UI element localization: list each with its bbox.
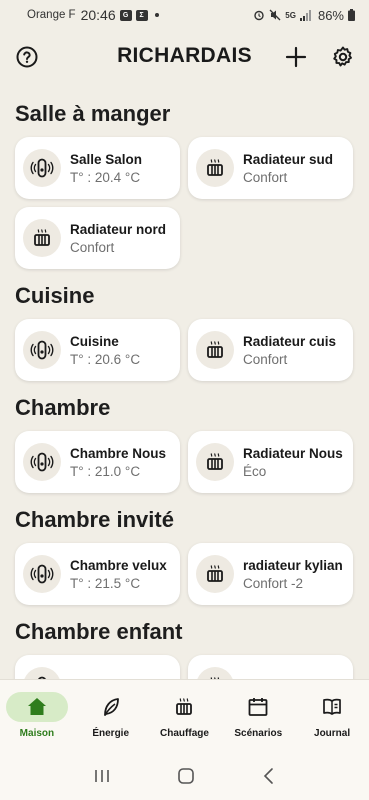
nav-item-label: Journal [314,728,351,739]
device-grid: Chambre Nous T° : 21.0 °C Radiateur Nous Éc… [15,431,354,493]
calendar-icon [227,692,289,722]
radiator-icon [196,149,234,187]
device-name: Chambre Nous [70,445,167,461]
battery-icon [348,9,355,21]
device-text: Salle Salon T° : 20.4 °C [70,152,142,185]
device-card-chambre-nous[interactable]: Chambre Nous T° : 21.0 °C [15,431,180,493]
status-bar: Orange F 20:46 G Σ 5G 86% [0,0,369,30]
room-title-salle-a-manger: Salle à manger [15,101,171,126]
device-status: Éco [243,463,267,479]
device-card-radiateur-nord[interactable]: Radiateur nord Confort [15,207,180,269]
battery-level: 86% [317,7,344,23]
radiator-icon [196,331,234,369]
device-status: T° : 21.5 °C [70,575,141,591]
device-card-salle-salon[interactable]: Salle Salon T° : 20.4 °C [15,137,180,199]
bottom-navigation: Maison Énergie Chauffage Scénarios Journal [0,679,369,751]
device-grid: Chambre velux T° : 21.5 °C radiateur kylia… [15,543,354,605]
device-card-radiateur-nous[interactable]: Radiateur Nous Éco [188,431,353,493]
thermostat-sensor-icon [23,555,61,593]
app-header: RICHARDAIS [0,38,369,78]
nav-item-label: Énergie [92,728,130,739]
device-card-radiateur-kylian[interactable]: radiateur kylian Confort -2 [188,543,353,605]
thermostat-sensor-icon [23,149,61,187]
nav-item-chauffage[interactable]: Chauffage [148,680,222,751]
more-notifications-icon [154,13,159,17]
device-grid: Cuisine T° : 20.6 °C Radiateur cuis Confort [15,319,354,381]
thermostat-sensor-icon [23,443,61,481]
device-status: Confort -2 [243,575,304,591]
book-icon [301,692,363,722]
leaf-icon [80,692,142,722]
sigma-app-icon: Σ [135,9,148,21]
nav-item-label: Chauffage [160,728,209,739]
thermostat-sensor-icon [23,331,61,369]
radiator-icon [196,555,234,593]
device-name: Cuisine [70,333,119,349]
device-name: Radiateur sud [243,151,334,167]
room-title-chambre-enfant: Chambre enfant [15,619,183,644]
device-card-cuisine[interactable]: Cuisine T° : 20.6 °C [15,319,180,381]
home-button-icon[interactable] [177,767,195,785]
mute-icon [269,9,281,21]
device-name: radiateur kylian [243,557,343,573]
home-icon [5,692,68,722]
device-text: Radiateur Nous Éco [243,446,343,479]
device-status: Confort [243,351,288,367]
back-icon[interactable] [262,767,276,785]
device-name: Chambre velux [70,557,167,573]
device-status: T° : 20.6 °C [70,351,141,367]
device-name: Radiateur nord [70,221,167,237]
device-grid: Salle Salon T° : 20.4 °C Radiateur sud Conf… [15,137,354,269]
device-card-radiateur-sud[interactable]: Radiateur sud Confort [188,137,353,199]
nav-item-energie[interactable]: Énergie [74,680,148,751]
device-status: T° : 21.0 °C [70,463,141,479]
device-card-chambre-velux[interactable]: Chambre velux T° : 21.5 °C [15,543,180,605]
device-card-radiateur-cuis[interactable]: Radiateur cuis Confort [188,319,353,381]
radiator-icon [153,692,215,722]
alarm-icon [254,10,264,21]
nav-item-journal[interactable]: Journal [295,680,369,751]
device-card-thermostat-sensor[interactable] [15,655,180,680]
signal-icon [299,9,311,21]
radiator-icon [23,219,61,257]
nav-item-scenarios[interactable]: Scénarios [221,680,295,751]
device-name: Salle Salon [70,151,143,167]
rooms-list[interactable]: Salle à manger Salle Salon T° : 20.4 °C Rad… [0,90,369,680]
device-card-radiator[interactable] [188,655,353,680]
device-text: radiateur kylian Confort -2 [243,558,343,591]
system-navigation-bar [0,751,369,800]
carrier-name: Orange F [27,9,76,21]
nav-item-label: Scénarios [234,728,283,739]
device-name: Radiateur Nous [243,445,343,461]
device-text: Radiateur cuis Confort [243,334,336,367]
device-status: T° : 20.4 °C [70,169,141,185]
nav-item-maison[interactable]: Maison [0,680,74,751]
device-status: Confort [243,169,288,185]
device-text: Chambre Nous T° : 21.0 °C [70,446,166,479]
device-text: Radiateur nord Confort [70,222,166,255]
network-type: 5G [285,10,296,20]
page-title: RICHARDAIS [117,44,252,67]
room-title-cuisine: Cuisine [15,283,95,308]
gear-icon[interactable] [331,45,355,69]
device-text: Chambre velux T° : 21.5 °C [70,558,167,591]
clock: 20:46 [80,7,116,23]
room-title-chambre: Chambre [15,395,111,420]
radiator-icon [196,443,234,481]
room-title-chambre-invite: Chambre invité [15,507,174,532]
nav-item-label: Maison [19,728,55,739]
device-grid [15,655,354,680]
notification-icon: G [119,9,132,21]
recent-apps-icon[interactable] [93,768,111,784]
device-text: Radiateur sud Confort [243,152,333,185]
plus-icon[interactable] [285,46,307,68]
device-text: Cuisine T° : 20.6 °C [70,334,140,367]
device-status: Confort [70,239,115,255]
device-name: Radiateur cuis [243,333,337,349]
